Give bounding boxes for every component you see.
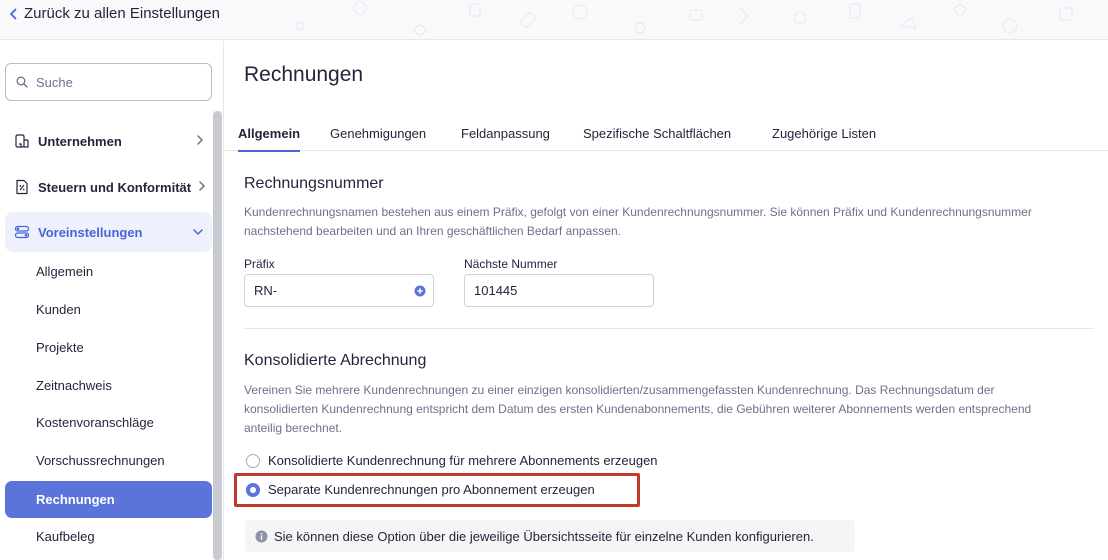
section-title-konsolidierte-abrechnung: Konsolidierte Abrechnung — [244, 352, 427, 369]
sidebar-group-label: Voreinstellungen — [38, 224, 143, 240]
next-number-label: Nächste Nummer — [464, 257, 558, 271]
sidebar-item-label: Zeitnachweis — [36, 378, 112, 393]
building-icon — [15, 134, 29, 148]
radio-label: Separate Kundenrechnungen pro Abonnement… — [268, 482, 595, 497]
prefix-input[interactable] — [254, 283, 394, 298]
info-notice: Sie können diese Option über die jeweili… — [245, 520, 855, 552]
tab-zugehoerige-listen[interactable]: Zugehörige Listen — [772, 114, 876, 151]
sidebar-group-voreinstellungen[interactable]: Voreinstellungen — [5, 212, 212, 252]
info-text: Sie können diese Option über die jeweili… — [274, 528, 814, 544]
sidebar-group-steuern[interactable]: Steuern und Konformität — [5, 167, 212, 207]
chevron-right-icon — [199, 181, 206, 191]
search-icon — [16, 76, 28, 88]
tax-document-icon — [16, 179, 28, 195]
back-link-label: Zurück zu allen Einstellungen — [24, 5, 220, 22]
sidebar-item-kunden[interactable]: Kunden — [5, 291, 212, 328]
tab-feldanpassung[interactable]: Feldanpassung — [461, 114, 550, 151]
scrollbar-thumb[interactable] — [213, 111, 222, 560]
description-line: anteilig berechnet. — [244, 421, 343, 435]
preferences-toggle-icon — [14, 225, 30, 239]
sidebar-item-kostenvoranschlaege[interactable]: Kostenvoranschläge — [5, 404, 212, 441]
radio-button-unchecked[interactable] — [246, 453, 260, 468]
sidebar-group-label: Steuern und Konformität — [38, 179, 192, 195]
sidebar-item-label: Kunden — [36, 302, 81, 317]
sidebar-item-vorschussrechnungen[interactable]: Vorschussrechnungen — [5, 442, 212, 479]
sidebar-item-label: Rechnungen — [36, 492, 115, 507]
sidebar-item-projekte[interactable]: Projekte — [5, 329, 212, 366]
section-divider — [244, 328, 1094, 329]
sidebar-item-label: Kostenvoranschläge — [36, 415, 154, 430]
sidebar-item-label: Projekte — [36, 340, 84, 355]
prefix-field[interactable] — [244, 274, 434, 307]
description-line: konsolidierten Kundenrechnung entspricht… — [244, 402, 1032, 416]
next-number-input[interactable] — [474, 283, 614, 298]
settings-sidebar: Unternehmen Steuern und Konformität Vore… — [0, 41, 224, 560]
sidebar-item-label: Kaufbeleg — [36, 529, 95, 544]
prefix-label: Präfix — [244, 257, 275, 271]
sidebar-item-allgemein[interactable]: Allgemein — [5, 253, 212, 290]
next-number-field[interactable] — [464, 274, 654, 307]
sidebar-item-label: Allgemein — [36, 264, 94, 279]
description-line: Kundenrechnungsnamen bestehen aus einem … — [244, 205, 1032, 219]
main-content: Rechnungen Allgemein Genehmigungen Felda… — [225, 41, 1108, 560]
radio-button-checked[interactable] — [246, 482, 260, 497]
search-field[interactable] — [5, 63, 212, 101]
description-line: Vereinen Sie mehrere Kundenrechnungen zu… — [244, 383, 995, 397]
info-icon — [255, 530, 268, 542]
sidebar-scrollbar[interactable] — [213, 111, 222, 560]
chevron-down-icon — [193, 229, 203, 236]
radio-label: Konsolidierte Kundenrechnung für mehrere… — [268, 453, 658, 468]
tab-bar: Allgemein Genehmigungen Feldanpassung Sp… — [225, 114, 1108, 152]
sidebar-item-kaufbeleg[interactable]: Kaufbeleg — [5, 518, 212, 555]
radio-option-separat[interactable]: Separate Kundenrechnungen pro Abonnement… — [246, 482, 595, 497]
section-title-rechnungsnummer: Rechnungsnummer — [244, 175, 384, 192]
sidebar-group-unternehmen[interactable]: Unternehmen — [5, 121, 212, 161]
chevron-left-icon — [10, 8, 17, 19]
add-placeholder-icon[interactable] — [414, 285, 426, 297]
section-description: Kundenrechnungsnamen bestehen aus einem … — [244, 203, 1104, 241]
sidebar-group-label: Unternehmen — [38, 133, 122, 149]
tab-spezifische-schaltflaechen[interactable]: Spezifische Schaltflächen — [583, 114, 731, 151]
top-bar: Zurück zu allen Einstellungen — [0, 0, 1108, 40]
section-description: Vereinen Sie mehrere Kundenrechnungen zu… — [244, 381, 1104, 438]
tab-genehmigungen[interactable]: Genehmigungen — [330, 114, 426, 151]
search-input[interactable] — [36, 74, 196, 90]
description-line: nachstehend bearbeiten und an Ihren gesc… — [244, 224, 621, 238]
back-to-settings-link[interactable]: Zurück zu allen Einstellungen — [9, 5, 220, 22]
radio-option-konsolidiert[interactable]: Konsolidierte Kundenrechnung für mehrere… — [246, 453, 658, 468]
sidebar-item-rechnungen[interactable]: Rechnungen — [5, 481, 212, 518]
sidebar-item-label: Vorschussrechnungen — [36, 453, 165, 468]
page-title: Rechnungen — [244, 63, 364, 86]
tab-allgemein[interactable]: Allgemein — [238, 114, 301, 152]
sidebar-item-zeitnachweis[interactable]: Zeitnachweis — [5, 367, 212, 404]
chevron-right-icon — [197, 135, 204, 145]
